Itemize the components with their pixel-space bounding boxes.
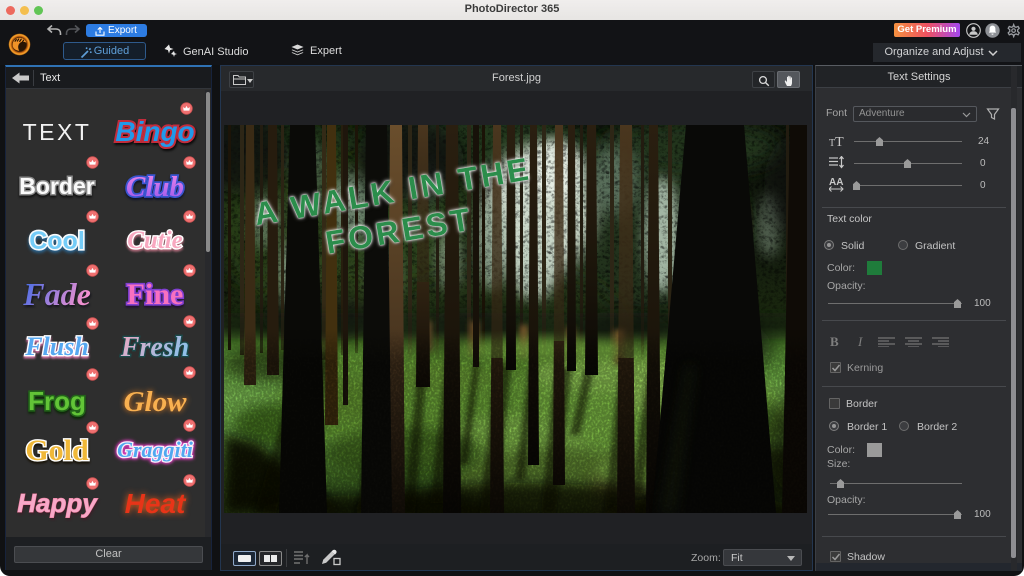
svg-text:Happy: Happy — [17, 488, 98, 518]
svg-text:Fade: Fade — [22, 276, 91, 312]
svg-text:Club: Club — [126, 171, 184, 203]
svg-text:Cool: Cool — [29, 227, 85, 255]
svg-text:Heat: Heat — [125, 488, 187, 519]
svg-text:Flush: Flush — [24, 332, 89, 361]
svg-text:Fresh: Fresh — [120, 332, 189, 363]
svg-text:Bingo: Bingo — [115, 116, 194, 147]
svg-text:TEXT: TEXT — [23, 119, 92, 145]
svg-text:Cutie: Cutie — [127, 227, 183, 254]
svg-text:Frog: Frog — [28, 386, 86, 416]
svg-text:Fine: Fine — [127, 278, 184, 311]
svg-text:Border: Border — [19, 173, 94, 199]
svg-text:Glow: Glow — [124, 386, 188, 418]
svg-text:Graggiti: Graggiti — [117, 437, 194, 462]
svg-text:Gold: Gold — [25, 434, 89, 467]
